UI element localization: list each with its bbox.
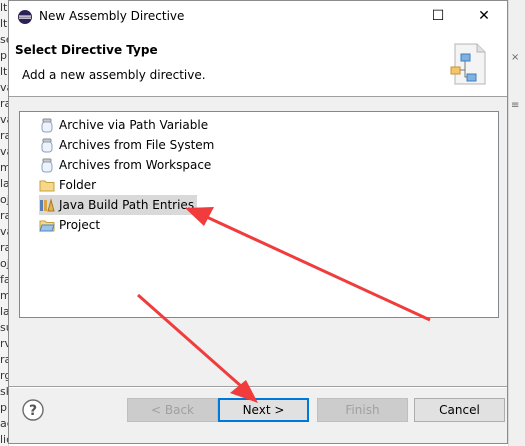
jar-icon [41, 138, 53, 152]
directive-type-list[interactable]: Archive via Path Variable Archives from … [19, 111, 499, 318]
list-item-label: Project [59, 218, 101, 232]
list-item[interactable]: Archives from File System [39, 135, 214, 155]
list-item[interactable]: Archive via Path Variable [39, 115, 208, 135]
cancel-button[interactable]: Cancel [414, 398, 505, 422]
bg-text: lt [0, 1, 8, 14]
new-assembly-directive-dialog: New Assembly Directive ☐ ✕ Select Direct… [8, 0, 508, 444]
jar-icon [41, 158, 53, 172]
title-bar[interactable]: New Assembly Directive ☐ ✕ [9, 1, 507, 32]
list-item-label: Archive via Path Variable [59, 118, 209, 132]
bg-text: × [511, 52, 520, 63]
bg-text: lt [0, 65, 8, 78]
help-glyph: ? [29, 403, 37, 419]
help-icon[interactable]: ? [21, 398, 45, 422]
wizard-banner-icon [450, 43, 486, 85]
list-item[interactable]: Folder [39, 175, 96, 195]
project-folder-icon [39, 220, 55, 231]
bg-text: ≡ [511, 100, 520, 111]
page-description: Add a new assembly directive. [22, 68, 206, 82]
button-bar-separator [9, 386, 507, 388]
list-item[interactable]: Project [39, 215, 100, 235]
list-item-label: Folder [59, 178, 97, 192]
window-title: New Assembly Directive [39, 9, 185, 23]
list-item-label: Archives from File System [59, 138, 215, 152]
close-button[interactable]: ✕ [461, 1, 507, 32]
back-button[interactable]: < Back [127, 398, 218, 422]
maximize-button[interactable]: ☐ [415, 1, 461, 32]
list-item-label: Archives from Workspace [59, 158, 212, 172]
bg-text: p [0, 49, 7, 62]
jar-icon [41, 118, 53, 132]
wizard-banner: Select Directive Type Add a new assembly… [9, 32, 507, 97]
list-item[interactable]: Archives from Workspace [39, 155, 211, 175]
folder-icon [39, 180, 55, 191]
list-item-selected[interactable]: Java Build Path Entries [39, 195, 198, 215]
next-button[interactable]: Next > [218, 398, 309, 422]
finish-button[interactable]: Finish [317, 398, 408, 422]
page-title: Select Directive Type [15, 43, 158, 57]
library-icon [40, 197, 55, 211]
eclipse-icon [18, 10, 32, 24]
bg-text: lt [0, 17, 8, 30]
background-window-right: × ≡ [508, 0, 525, 446]
list-item-label: Java Build Path Entries [59, 198, 195, 212]
